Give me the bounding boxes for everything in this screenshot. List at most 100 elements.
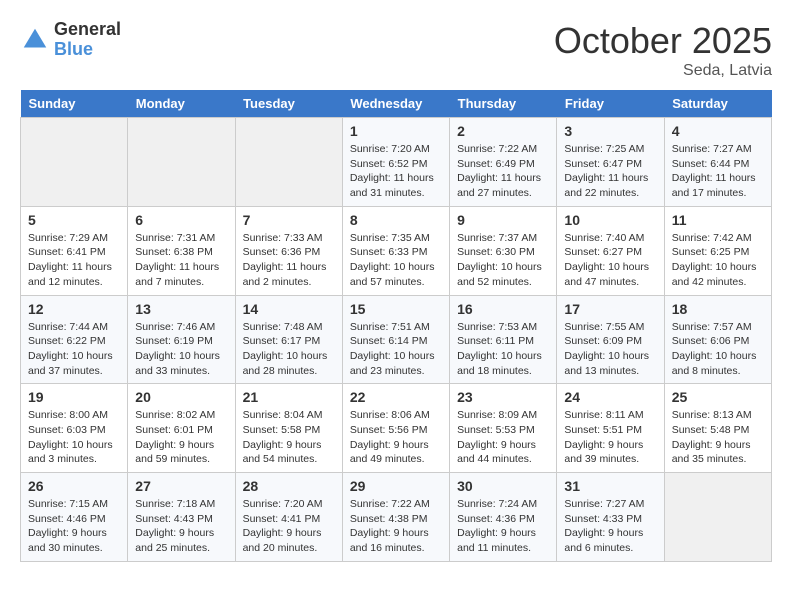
calendar-cell: 13Sunrise: 7:46 AM Sunset: 6:19 PM Dayli… <box>128 295 235 384</box>
logo-line1: General <box>54 20 121 40</box>
day-number: 3 <box>564 123 656 139</box>
day-number: 18 <box>672 301 764 317</box>
day-number: 26 <box>28 478 120 494</box>
cell-info: Sunrise: 7:20 AM Sunset: 6:52 PM Dayligh… <box>350 142 442 201</box>
day-number: 11 <box>672 212 764 228</box>
calendar-cell: 6Sunrise: 7:31 AM Sunset: 6:38 PM Daylig… <box>128 206 235 295</box>
cell-info: Sunrise: 7:51 AM Sunset: 6:14 PM Dayligh… <box>350 320 442 379</box>
day-number: 16 <box>457 301 549 317</box>
title-block: October 2025 Seda, Latvia <box>554 20 772 80</box>
day-number: 9 <box>457 212 549 228</box>
cell-info: Sunrise: 7:55 AM Sunset: 6:09 PM Dayligh… <box>564 320 656 379</box>
day-number: 15 <box>350 301 442 317</box>
cell-info: Sunrise: 7:27 AM Sunset: 6:44 PM Dayligh… <box>672 142 764 201</box>
header-saturday: Saturday <box>664 90 771 118</box>
calendar-cell: 4 Sunrise: 7:27 AM Sunset: 6:44 PM Daylig… <box>664 118 771 207</box>
day-number: 29 <box>350 478 442 494</box>
day-number: 2 <box>457 123 549 139</box>
day-number: 7 <box>243 212 335 228</box>
month-title: October 2025 <box>554 20 772 62</box>
calendar-cell: 16Sunrise: 7:53 AM Sunset: 6:11 PM Dayli… <box>450 295 557 384</box>
day-number: 10 <box>564 212 656 228</box>
calendar-cell: 10 Sunrise: 7:40 AM Sunset: 6:27 PM Dayli… <box>557 206 664 295</box>
calendar-cell <box>664 473 771 562</box>
calendar-cell: 21 Sunrise: 8:04 AM Sunset: 5:58 PM Dayli… <box>235 384 342 473</box>
page-header: General Blue October 2025 Seda, Latvia <box>20 20 772 80</box>
logo-line2: Blue <box>54 40 121 60</box>
cell-info: Sunrise: 7:29 AM Sunset: 6:41 PM Dayligh… <box>28 231 120 290</box>
header-monday: Monday <box>128 90 235 118</box>
calendar-cell: 5 Sunrise: 7:29 AM Sunset: 6:41 PM Daylig… <box>21 206 128 295</box>
cell-info: Sunrise: 7:31 AM Sunset: 6:38 PM Dayligh… <box>135 231 227 290</box>
cell-info: Sunrise: 7:48 AM Sunset: 6:17 PM Dayligh… <box>243 320 335 379</box>
cell-info: Sunrise: 7:20 AM Sunset: 4:41 PM Dayligh… <box>243 497 335 556</box>
calendar-cell: 19Sunrise: 8:00 AM Sunset: 6:03 PM Dayli… <box>21 384 128 473</box>
logo-icon <box>20 25 50 55</box>
cell-info: Sunrise: 7:25 AM Sunset: 6:47 PM Dayligh… <box>564 142 656 201</box>
day-number: 31 <box>564 478 656 494</box>
calendar-cell: 30Sunrise: 7:24 AM Sunset: 4:36 PM Dayli… <box>450 473 557 562</box>
calendar-cell: 24Sunrise: 8:11 AM Sunset: 5:51 PM Dayli… <box>557 384 664 473</box>
cell-info: Sunrise: 8:06 AM Sunset: 5:56 PM Dayligh… <box>350 408 442 467</box>
cell-info: Sunrise: 8:04 AM Sunset: 5:58 PM Dayligh… <box>243 408 335 467</box>
calendar-cell: 23 Sunrise: 8:09 AM Sunset: 5:53 PM Dayli… <box>450 384 557 473</box>
cell-info: Sunrise: 7:35 AM Sunset: 6:33 PM Dayligh… <box>350 231 442 290</box>
calendar-cell: 12Sunrise: 7:44 AM Sunset: 6:22 PM Dayli… <box>21 295 128 384</box>
day-number: 8 <box>350 212 442 228</box>
calendar-cell: 22 Sunrise: 8:06 AM Sunset: 5:56 PM Dayli… <box>342 384 449 473</box>
calendar-cell: 25 Sunrise: 8:13 AM Sunset: 5:48 PM Dayli… <box>664 384 771 473</box>
cell-info: Sunrise: 8:11 AM Sunset: 5:51 PM Dayligh… <box>564 408 656 467</box>
cell-info: Sunrise: 8:00 AM Sunset: 6:03 PM Dayligh… <box>28 408 120 467</box>
cell-info: Sunrise: 8:02 AM Sunset: 6:01 PM Dayligh… <box>135 408 227 467</box>
calendar-cell: 9Sunrise: 7:37 AM Sunset: 6:30 PM Daylig… <box>450 206 557 295</box>
header-wednesday: Wednesday <box>342 90 449 118</box>
calendar-cell: 17 Sunrise: 7:55 AM Sunset: 6:09 PM Dayli… <box>557 295 664 384</box>
cell-info: Sunrise: 7:42 AM Sunset: 6:25 PM Dayligh… <box>672 231 764 290</box>
header-sunday: Sunday <box>21 90 128 118</box>
calendar-week-1: 1Sunrise: 7:20 AM Sunset: 6:52 PM Daylig… <box>21 118 772 207</box>
calendar-cell: 18 Sunrise: 7:57 AM Sunset: 6:06 PM Dayli… <box>664 295 771 384</box>
day-number: 14 <box>243 301 335 317</box>
logo: General Blue <box>20 20 121 60</box>
cell-info: Sunrise: 7:18 AM Sunset: 4:43 PM Dayligh… <box>135 497 227 556</box>
day-number: 21 <box>243 389 335 405</box>
logo-text: General Blue <box>54 20 121 60</box>
header-thursday: Thursday <box>450 90 557 118</box>
day-number: 22 <box>350 389 442 405</box>
calendar-cell: 20 Sunrise: 8:02 AM Sunset: 6:01 PM Dayli… <box>128 384 235 473</box>
cell-info: Sunrise: 8:09 AM Sunset: 5:53 PM Dayligh… <box>457 408 549 467</box>
location-subtitle: Seda, Latvia <box>554 62 772 80</box>
calendar-cell: 29Sunrise: 7:22 AM Sunset: 4:38 PM Dayli… <box>342 473 449 562</box>
calendar-cell: 1Sunrise: 7:20 AM Sunset: 6:52 PM Daylig… <box>342 118 449 207</box>
day-number: 17 <box>564 301 656 317</box>
calendar-cell: 27Sunrise: 7:18 AM Sunset: 4:43 PM Dayli… <box>128 473 235 562</box>
calendar-cell: 11 Sunrise: 7:42 AM Sunset: 6:25 PM Dayli… <box>664 206 771 295</box>
calendar-cell <box>128 118 235 207</box>
cell-info: Sunrise: 7:57 AM Sunset: 6:06 PM Dayligh… <box>672 320 764 379</box>
cell-info: Sunrise: 7:24 AM Sunset: 4:36 PM Dayligh… <box>457 497 549 556</box>
calendar-cell: 15 Sunrise: 7:51 AM Sunset: 6:14 PM Dayli… <box>342 295 449 384</box>
calendar-cell: 7 Sunrise: 7:33 AM Sunset: 6:36 PM Daylig… <box>235 206 342 295</box>
calendar-cell <box>21 118 128 207</box>
cell-info: Sunrise: 7:40 AM Sunset: 6:27 PM Dayligh… <box>564 231 656 290</box>
header-friday: Friday <box>557 90 664 118</box>
day-number: 13 <box>135 301 227 317</box>
cell-info: Sunrise: 8:13 AM Sunset: 5:48 PM Dayligh… <box>672 408 764 467</box>
calendar-cell: 28 Sunrise: 7:20 AM Sunset: 4:41 PM Dayli… <box>235 473 342 562</box>
day-number: 4 <box>672 123 764 139</box>
day-number: 23 <box>457 389 549 405</box>
calendar-cell: 8 Sunrise: 7:35 AM Sunset: 6:33 PM Daylig… <box>342 206 449 295</box>
calendar-cell: 14 Sunrise: 7:48 AM Sunset: 6:17 PM Dayli… <box>235 295 342 384</box>
calendar-cell: 31 Sunrise: 7:27 AM Sunset: 4:33 PM Dayli… <box>557 473 664 562</box>
day-number: 5 <box>28 212 120 228</box>
cell-info: Sunrise: 7:27 AM Sunset: 4:33 PM Dayligh… <box>564 497 656 556</box>
day-number: 28 <box>243 478 335 494</box>
day-number: 25 <box>672 389 764 405</box>
cell-info: Sunrise: 7:33 AM Sunset: 6:36 PM Dayligh… <box>243 231 335 290</box>
day-number: 20 <box>135 389 227 405</box>
cell-info: Sunrise: 7:44 AM Sunset: 6:22 PM Dayligh… <box>28 320 120 379</box>
cell-info: Sunrise: 7:22 AM Sunset: 6:49 PM Dayligh… <box>457 142 549 201</box>
calendar-cell: 26Sunrise: 7:15 AM Sunset: 4:46 PM Dayli… <box>21 473 128 562</box>
calendar-week-2: 5 Sunrise: 7:29 AM Sunset: 6:41 PM Daylig… <box>21 206 772 295</box>
calendar-cell: 3 Sunrise: 7:25 AM Sunset: 6:47 PM Daylig… <box>557 118 664 207</box>
